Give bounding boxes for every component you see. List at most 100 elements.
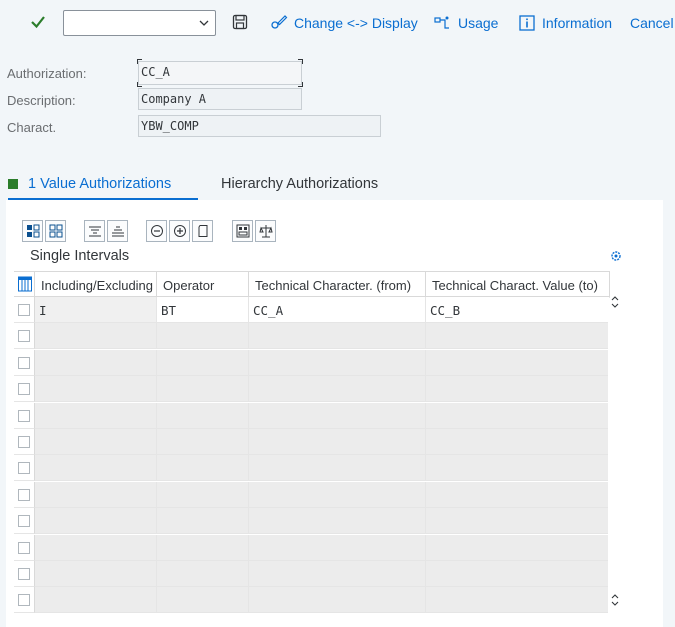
row-selector[interactable]	[14, 455, 35, 482]
gear-icon[interactable]	[610, 250, 622, 262]
column-header-including-excluding[interactable]: Including/Excluding	[35, 271, 157, 297]
table-cell[interactable]	[249, 587, 426, 614]
table-cell[interactable]	[426, 402, 610, 429]
table-cell[interactable]	[157, 561, 249, 587]
command-field[interactable]	[63, 10, 216, 36]
table-cell[interactable]	[426, 481, 610, 508]
table-cell[interactable]	[35, 376, 157, 403]
table-cell[interactable]	[249, 561, 426, 587]
table-cell[interactable]	[157, 481, 249, 508]
table-cell[interactable]	[249, 481, 426, 508]
table-cell[interactable]: CC_B	[426, 297, 610, 323]
check-icon[interactable]	[28, 12, 48, 32]
row-checkbox[interactable]	[18, 515, 30, 528]
chevron-down-icon[interactable]	[198, 17, 210, 29]
usage-button[interactable]: Usage	[434, 12, 498, 34]
table-cell[interactable]	[157, 508, 249, 535]
table-cell[interactable]	[249, 402, 426, 429]
table-cell[interactable]	[249, 429, 426, 455]
table-cell[interactable]	[157, 587, 249, 614]
row-checkbox[interactable]	[18, 462, 30, 475]
table-cell[interactable]	[249, 455, 426, 482]
authorization-field[interactable]: CC_A	[138, 61, 302, 85]
row-checkbox[interactable]	[18, 330, 30, 343]
deselect-all-button[interactable]	[45, 220, 66, 242]
table-cell[interactable]	[157, 323, 249, 350]
column-header-to[interactable]: Technical Charact. Value (to)	[426, 271, 610, 297]
row-checkbox[interactable]	[18, 594, 30, 607]
table-cell[interactable]	[35, 561, 157, 587]
table-cell[interactable]	[426, 455, 610, 482]
table-cell[interactable]	[157, 429, 249, 455]
row-selector[interactable]	[14, 349, 35, 376]
table-cell[interactable]	[249, 508, 426, 535]
row-checkbox[interactable]	[18, 488, 30, 501]
sort-descending-button[interactable]	[84, 220, 105, 242]
row-checkbox[interactable]	[18, 541, 30, 554]
table-cell[interactable]	[35, 534, 157, 561]
sort-ascending-button[interactable]	[107, 220, 128, 242]
layout-button[interactable]	[232, 220, 253, 242]
insert-row-button[interactable]	[169, 220, 190, 242]
table-cell[interactable]: I	[35, 297, 157, 323]
table-cell[interactable]	[426, 587, 610, 614]
row-selector[interactable]	[14, 587, 35, 614]
table-cell[interactable]	[249, 323, 426, 350]
table-cell[interactable]	[426, 508, 610, 535]
vertical-scrollbar[interactable]	[608, 296, 622, 620]
table-cell[interactable]	[157, 349, 249, 376]
table-cell[interactable]	[35, 455, 157, 482]
table-cell[interactable]	[35, 429, 157, 455]
row-checkbox[interactable]	[18, 383, 30, 396]
row-selector[interactable]	[14, 481, 35, 508]
column-header-from[interactable]: Technical Character. (from)	[249, 271, 426, 297]
row-checkbox[interactable]	[18, 304, 30, 316]
row-selector[interactable]	[14, 297, 35, 323]
new-document-button[interactable]	[192, 220, 213, 242]
row-checkbox[interactable]	[18, 409, 30, 422]
table-cell[interactable]	[157, 534, 249, 561]
table-cell[interactable]	[426, 561, 610, 587]
table-cell[interactable]	[35, 349, 157, 376]
cancel-button[interactable]: Cancel	[630, 12, 674, 34]
table-cell[interactable]	[157, 455, 249, 482]
table-cell[interactable]	[249, 376, 426, 403]
table-cell[interactable]	[426, 323, 610, 350]
row-checkbox[interactable]	[18, 568, 30, 580]
table-cell[interactable]: CC_A	[249, 297, 426, 323]
row-selector[interactable]	[14, 561, 35, 587]
table-cell[interactable]	[35, 587, 157, 614]
table-cell[interactable]	[249, 349, 426, 376]
table-cell[interactable]	[157, 376, 249, 403]
row-selector[interactable]	[14, 508, 35, 535]
tab-hierarchy-authorizations[interactable]: Hierarchy Authorizations	[221, 176, 378, 192]
table-cell[interactable]	[157, 402, 249, 429]
row-selector[interactable]	[14, 376, 35, 403]
row-checkbox[interactable]	[18, 436, 30, 448]
tab-value-authorizations[interactable]: 1 Value Authorizations	[8, 176, 171, 192]
table-cell[interactable]	[249, 534, 426, 561]
row-checkbox[interactable]	[18, 356, 30, 369]
scroll-up-down-icon[interactable]	[609, 294, 621, 310]
information-button[interactable]: Information	[518, 12, 612, 34]
row-selector[interactable]	[14, 429, 35, 455]
save-icon[interactable]	[232, 14, 248, 30]
column-settings-header[interactable]	[14, 271, 35, 297]
row-selector[interactable]	[14, 534, 35, 561]
table-cell[interactable]	[426, 349, 610, 376]
row-selector[interactable]	[14, 323, 35, 350]
select-all-button[interactable]	[22, 220, 43, 242]
table-cell[interactable]	[426, 376, 610, 403]
table-cell[interactable]	[35, 402, 157, 429]
delete-row-button[interactable]	[146, 220, 167, 242]
table-cell[interactable]	[35, 323, 157, 350]
column-header-operator[interactable]: Operator	[157, 271, 249, 297]
change-display-button[interactable]: Change <-> Display	[270, 12, 418, 34]
scroll-up-down-icon[interactable]	[609, 592, 621, 608]
table-cell[interactable]	[426, 429, 610, 455]
row-selector[interactable]	[14, 402, 35, 429]
table-cell[interactable]	[35, 508, 157, 535]
balance-button[interactable]	[255, 220, 276, 242]
table-cell[interactable]	[426, 534, 610, 561]
table-cell[interactable]	[35, 481, 157, 508]
